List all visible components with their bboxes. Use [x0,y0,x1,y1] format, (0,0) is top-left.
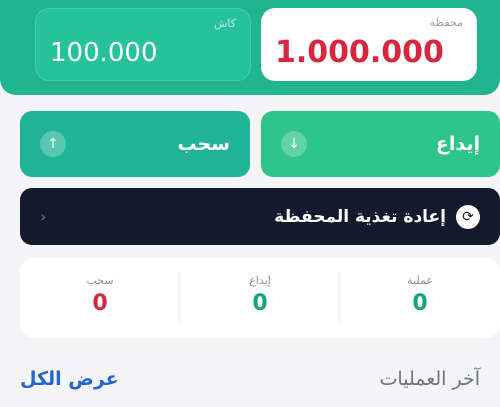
stat-label: عملية [407,274,433,287]
view-all-link[interactable]: عرض الكل [20,368,119,390]
cash-balance-card[interactable]: كاش 100.000 [35,8,251,81]
stat-label: إيداع [249,274,271,287]
stat-operations: عملية 0 [340,258,500,338]
section-title: آخر العمليات [379,368,480,390]
cash-value: 100.000 [50,38,158,68]
wallet-value: 1.000.000 [275,35,444,70]
wallet-label: محفظة [429,16,463,29]
stat-withdrawals: سحب 0 [20,258,180,338]
withdraw-button[interactable]: سحب ↑ [20,111,250,177]
stat-value: 0 [92,291,108,316]
withdraw-label: سحب [177,133,231,155]
wallet-balance-card[interactable]: محفظة 1.000.000 [261,8,477,81]
recent-operations-header: آخر العمليات عرض الكل [20,368,480,390]
arrow-down-icon: ↓ [281,131,307,157]
stat-value: 0 [252,291,268,316]
cash-label: كاش [213,17,236,30]
stat-value: 0 [412,291,428,316]
stat-label: سحب [86,274,114,287]
refill-wallet-button[interactable]: ⟳ إعادة تغذية المحفظة ‹ [20,188,500,245]
stats-panel: عملية 0 إيداع 0 سحب 0 [20,258,500,338]
refill-label: إعادة تغذية المحفظة [274,206,446,227]
deposit-button[interactable]: إيداع ↓ [261,111,500,177]
stat-deposits: إيداع 0 [180,258,340,338]
chevron-left-icon: ‹ [40,207,47,226]
refresh-icon: ⟳ [456,204,480,229]
deposit-label: إيداع [435,133,480,155]
balance-banner: محفظة 1.000.000 كاش 100.000 [0,0,500,95]
arrow-up-icon: ↑ [40,131,66,157]
